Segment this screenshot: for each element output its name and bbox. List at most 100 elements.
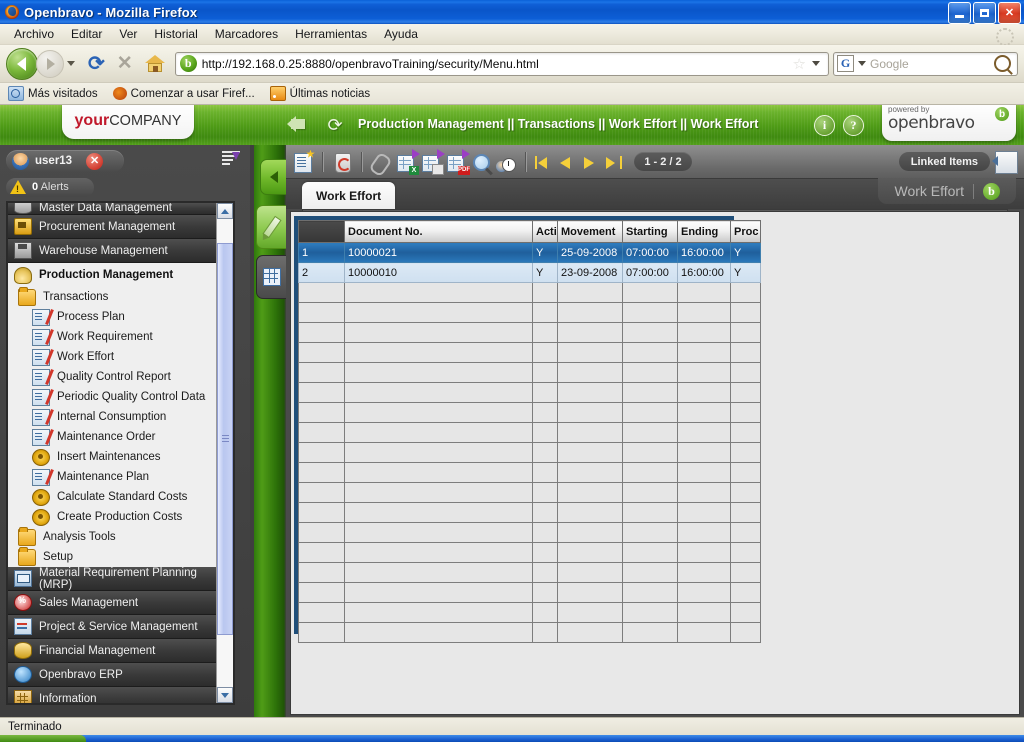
audit-trail-icon[interactable] [495,151,517,173]
cell-empty[interactable] [299,543,345,563]
maximize-button[interactable] [973,2,996,24]
table-row-empty[interactable] [299,283,761,303]
bookmark-star-icon[interactable]: ☆ [793,55,806,73]
tree-item-work-requirement[interactable]: Work Requirement [8,327,219,347]
cell-empty[interactable] [533,543,558,563]
company-logo[interactable]: yourCOMPANY [62,105,194,139]
cell-empty[interactable] [558,563,623,583]
cell-empty[interactable] [299,623,345,643]
cell-movement[interactable]: 25-09-2008 [558,243,623,263]
cell-empty[interactable] [533,483,558,503]
cell-empty[interactable] [678,603,731,623]
cell-empty[interactable] [731,443,761,463]
cell-empty[interactable] [678,563,731,583]
delete-record-icon[interactable] [331,151,353,173]
pencil-edit-icon[interactable] [256,205,288,249]
cell-empty[interactable] [533,603,558,623]
cell-empty[interactable] [731,503,761,523]
cell-starting[interactable]: 07:00:00 [623,243,678,263]
cell-empty[interactable] [558,283,623,303]
cell-empty[interactable] [533,283,558,303]
menu-editar[interactable]: Editar [63,25,110,43]
table-row-empty[interactable] [299,543,761,563]
next-record-icon[interactable] [580,152,600,172]
cell-rn[interactable]: 2 [299,263,345,283]
cell-empty[interactable] [533,523,558,543]
cell-empty[interactable] [558,403,623,423]
cell-empty[interactable] [558,503,623,523]
search-icon[interactable] [470,151,492,173]
cell-empty[interactable] [533,503,558,523]
url-dropdown-icon[interactable] [812,61,820,66]
back-button[interactable] [6,48,38,80]
menu-ayuda[interactable]: Ayuda [376,25,426,43]
cell-empty[interactable] [678,543,731,563]
table-row-empty[interactable] [299,363,761,383]
cell-empty[interactable] [299,463,345,483]
cell-empty[interactable] [299,523,345,543]
column-header-processed[interactable]: Proc [731,221,761,243]
cell-empty[interactable] [678,283,731,303]
url-text[interactable]: http://192.168.0.25:8880/openbravoTraini… [202,57,789,71]
cell-empty[interactable] [345,483,533,503]
cell-empty[interactable] [345,583,533,603]
tree-item-warehouse-management[interactable]: Warehouse Management [8,239,219,263]
cell-empty[interactable] [558,623,623,643]
column-header-movement[interactable]: Movement [558,221,623,243]
cell-empty[interactable] [533,423,558,443]
tree-item-project-service-management[interactable]: Project & Service Management [8,615,219,639]
start-button[interactable] [0,735,86,742]
cell-empty[interactable] [731,283,761,303]
search-input[interactable]: Google [870,57,994,71]
cell-empty[interactable] [299,423,345,443]
cell-empty[interactable] [678,503,731,523]
tree-item-analysis-tools[interactable]: Analysis Tools [8,527,219,547]
table-row-empty[interactable] [299,323,761,343]
attachment-icon[interactable] [370,151,392,173]
cell-empty[interactable] [299,583,345,603]
records-table[interactable]: Document No.ActiMovementStartingEndingPr… [298,220,761,643]
cell-empty[interactable] [623,423,678,443]
scroll-up-button[interactable] [217,203,233,219]
column-header-rn[interactable] [299,221,345,243]
cell-empty[interactable] [533,363,558,383]
tree-item-procurement-management[interactable]: Procurement Management [8,215,219,239]
table-row-empty[interactable] [299,383,761,403]
table-row-empty[interactable] [299,403,761,423]
scroll-down-button[interactable] [217,687,233,703]
alerts-pill[interactable]: 0 Alerts [6,178,94,197]
table-row-empty[interactable] [299,303,761,323]
cell-empty[interactable] [299,323,345,343]
cell-empty[interactable] [623,343,678,363]
cell-empty[interactable] [623,403,678,423]
cell-empty[interactable] [731,483,761,503]
cell-empty[interactable] [533,563,558,583]
cell-empty[interactable] [731,603,761,623]
column-header-doc[interactable]: Document No. [345,221,533,243]
cell-empty[interactable] [299,443,345,463]
scrollbar-thumb[interactable] [217,243,233,635]
sidebar-sort-toggle-icon[interactable] [222,151,240,171]
cell-empty[interactable] [558,463,623,483]
tree-item-transactions[interactable]: Transactions [8,287,219,307]
cell-empty[interactable] [558,343,623,363]
cell-empty[interactable] [533,583,558,603]
tree-item-openbravo-erp[interactable]: Openbravo ERP [8,663,219,687]
cell-empty[interactable] [623,523,678,543]
menu-archivo[interactable]: Archivo [6,25,62,43]
cell-empty[interactable] [558,443,623,463]
cell-empty[interactable] [731,343,761,363]
refresh-icon[interactable]: ⟳ [325,115,345,135]
cell-doc[interactable]: 10000021 [345,243,533,263]
cell-empty[interactable] [345,303,533,323]
tree-item-process-plan[interactable]: Process Plan [8,307,219,327]
cell-empty[interactable] [678,403,731,423]
cell-empty[interactable] [731,403,761,423]
logout-icon[interactable]: ✕ [86,153,103,170]
cell-empty[interactable] [345,363,533,383]
cell-empty[interactable] [533,383,558,403]
tree-item-calculate-standard-costs[interactable]: Calculate Standard Costs [8,487,219,507]
cell-empty[interactable] [678,583,731,603]
cell-empty[interactable] [299,483,345,503]
cell-empty[interactable] [731,543,761,563]
